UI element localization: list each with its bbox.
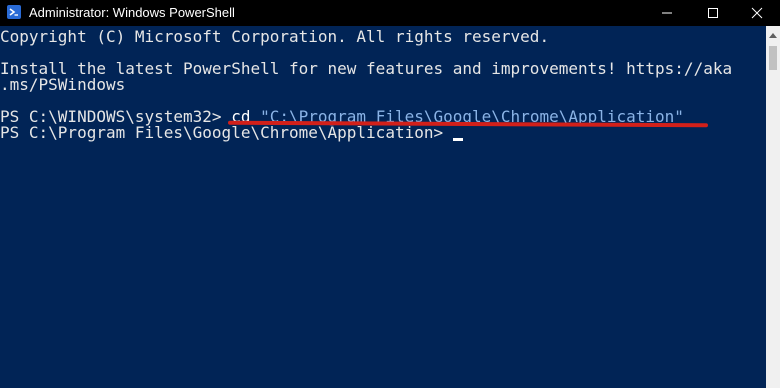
powershell-window: Administrator: Windows PowerShell Copyri…: [0, 0, 780, 388]
title-bar[interactable]: Administrator: Windows PowerShell: [0, 0, 780, 26]
maximize-button[interactable]: [690, 0, 736, 26]
close-button[interactable]: [734, 0, 780, 26]
powershell-icon: [7, 5, 21, 19]
minimize-icon: [662, 12, 672, 14]
window-title: Administrator: Windows PowerShell: [29, 5, 235, 20]
text-cursor: [452, 138, 463, 141]
vertical-scrollbar[interactable]: [766, 26, 780, 388]
close-icon: [751, 7, 763, 19]
maximize-icon: [708, 8, 718, 18]
current-prompt-line: PS C:\Program Files\Google\Chrome\Applic…: [0, 125, 463, 141]
copyright-line: Copyright (C) Microsoft Corporation. All…: [0, 27, 550, 46]
install-message-continuation: .ms/PSWindows: [0, 75, 126, 94]
minimize-button[interactable]: [644, 0, 690, 26]
console-output[interactable]: Copyright (C) Microsoft Corporation. All…: [0, 26, 766, 388]
chevron-up-icon: [769, 33, 777, 38]
scrollbar-thumb[interactable]: [769, 46, 777, 70]
prompt-chrome-application: PS C:\Program Files\Google\Chrome\Applic…: [0, 123, 453, 142]
scroll-up-button[interactable]: [766, 28, 780, 42]
